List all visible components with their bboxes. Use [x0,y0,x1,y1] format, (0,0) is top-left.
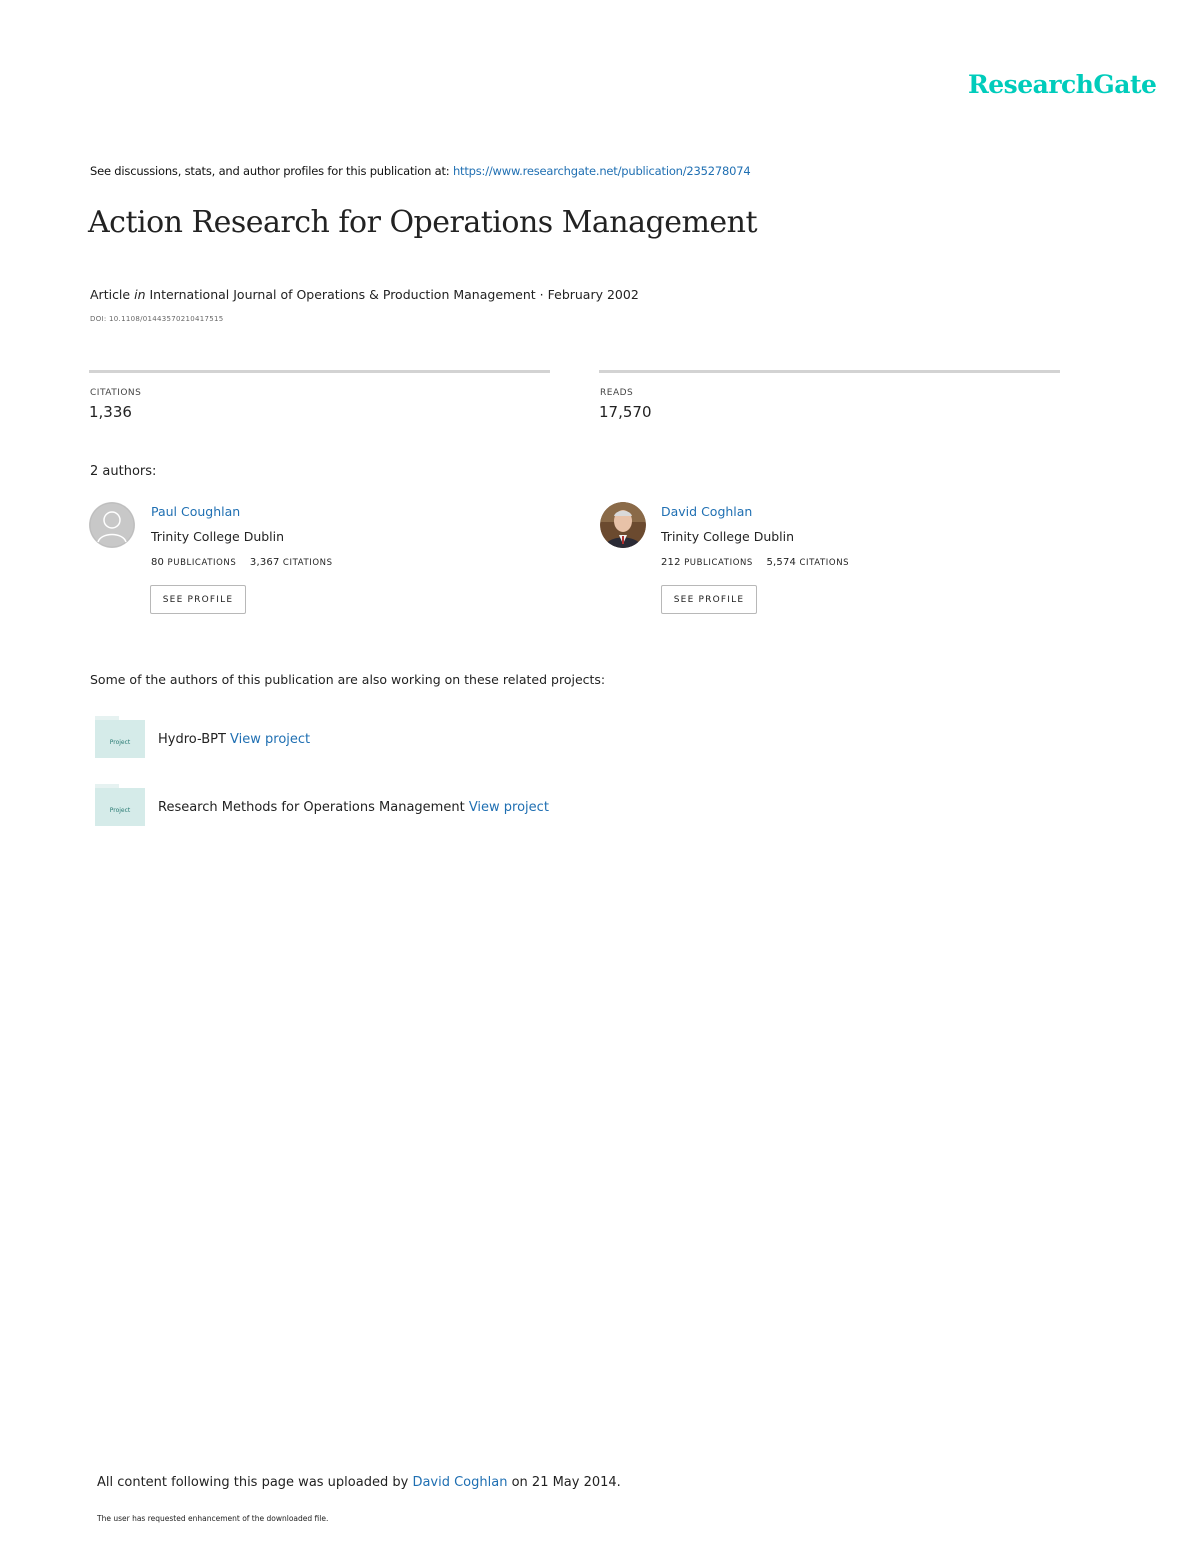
author-citations-count: 5,574 [766,557,797,568]
journal-name: International Journal of Operations & Pr… [149,287,639,302]
uploader-link[interactable]: David Coghlan [412,1475,507,1490]
folder-body: Project [95,788,145,826]
citations-label: CITATIONS [90,388,142,398]
project-icon-label: Project [109,807,131,814]
upload-date: on 21 May 2014. [511,1475,621,1490]
reads-value: 17,570 [599,403,652,421]
project-folder-icon: Project [95,784,145,826]
citations-divider [89,370,550,373]
author-stats: 212 PUBLICATIONS 5,574 CITATIONS [661,557,849,568]
citations-value: 1,336 [89,403,132,421]
author-name-link[interactable]: Paul Coughlan [151,504,240,519]
author-citations-label: CITATIONS [799,558,850,568]
author-citations-label: CITATIONS [282,558,333,568]
author-institution: Trinity College Dublin [151,529,285,544]
in-word: in [134,287,146,302]
see-profile-button[interactable]: SEE PROFILE [661,585,757,614]
project-name: Hydro-BPT [158,732,226,747]
view-project-link[interactable]: View project [469,800,549,815]
authors-heading: 2 authors: [90,464,157,479]
see-discussions-text: See discussions, stats, and author profi… [90,164,450,178]
publication-url-link[interactable]: https://www.researchgate.net/publication… [453,164,751,178]
project-folder-icon: Project [95,716,145,758]
publications-count: 80 [151,557,165,568]
publications-label: PUBLICATIONS [684,558,753,568]
publication-meta: Article in International Journal of Oper… [90,287,639,302]
related-projects-heading: Some of the authors of this publication … [90,672,606,687]
researchgate-logo[interactable]: ResearchGate [968,70,1157,99]
publication-title: Action Research for Operations Managemen… [88,205,758,240]
author-citations-count: 3,367 [249,557,280,568]
project-row: Research Methods for Operations Manageme… [158,800,549,815]
publications-label: PUBLICATIONS [167,558,237,568]
publications-count: 212 [661,557,681,568]
folder-body: Project [95,720,145,758]
article-type: Article [90,287,131,302]
author-institution: Trinity College Dublin [661,529,795,544]
see-profile-button[interactable]: SEE PROFILE [150,585,246,614]
author-stats: 80 PUBLICATIONS 3,367 CITATIONS [151,557,333,568]
reads-divider [599,370,1060,373]
enhancement-note: The user has requested enhancement of th… [97,1514,329,1523]
avatar-placeholder-icon[interactable] [89,502,135,548]
upload-footer: All content following this page was uplo… [97,1475,621,1490]
doi: DOI: 10.1108/01443570210417515 [90,315,224,323]
author-name-link[interactable]: David Coghlan [661,504,752,519]
reads-label: READS [600,388,634,398]
author-photo-avatar[interactable] [600,502,646,548]
project-name: Research Methods for Operations Manageme… [158,800,465,815]
see-discussions-line: See discussions, stats, and author profi… [90,164,751,178]
view-project-link[interactable]: View project [230,732,310,747]
upload-prefix: All content following this page was uplo… [97,1475,409,1490]
project-row: Hydro-BPT View project [158,732,310,747]
project-icon-label: Project [109,739,131,746]
